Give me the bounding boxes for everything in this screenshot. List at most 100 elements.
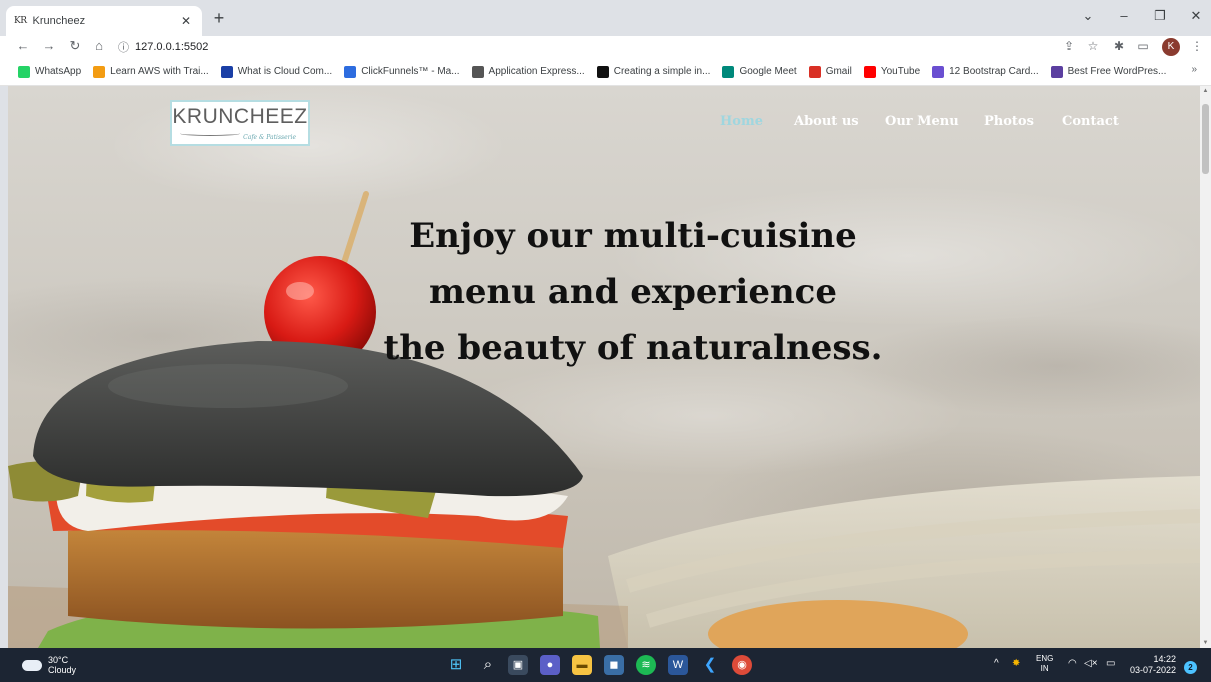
url-text: 127.0.0.1:5502 (135, 41, 209, 53)
bookmark-label: What is Cloud Com... (237, 66, 333, 77)
show-hidden-icons-icon[interactable]: ^ (994, 658, 999, 669)
hero-line-2: menu and experience (428, 272, 838, 312)
close-tab-icon[interactable]: ✕ (178, 14, 194, 28)
bookmark-label: Application Express... (488, 66, 585, 77)
close-window-button[interactable]: ✕ (1183, 8, 1209, 24)
chrome-icon[interactable]: ◉ (732, 655, 752, 675)
bookmark-label: Google Meet (739, 66, 797, 77)
bookmark-item[interactable]: 12 Bootstrap Card... (932, 65, 1039, 78)
reload-icon[interactable]: ↻ (66, 38, 84, 54)
clock-date: 03-07-2022 (1130, 665, 1177, 675)
bookmark-favicon-icon (596, 65, 609, 78)
site-logo[interactable]: KRUNCHEEZ Cafe & Patisserie (170, 100, 310, 146)
bookmark-item[interactable]: Creating a simple in... (596, 65, 711, 78)
hero-heading: Enjoy our multi-cuisine menu and experie… (288, 208, 978, 376)
bookmark-favicon-icon (471, 65, 484, 78)
new-tab-button[interactable]: + (208, 8, 230, 30)
spotify-icon[interactable]: ≋ (636, 655, 656, 675)
bookmark-label: WhatsApp (35, 66, 82, 77)
vscode-icon[interactable]: ❮ (700, 655, 720, 675)
bookmark-label: YouTube (880, 66, 921, 77)
bookmark-favicon-icon (18, 65, 30, 78)
back-arrow-icon[interactable]: ← (14, 38, 32, 53)
bookmark-item[interactable]: ClickFunnels™ - Ma... (344, 65, 460, 78)
forward-arrow-icon[interactable]: → (40, 38, 58, 53)
restore-button[interactable]: ❐ (1147, 8, 1173, 24)
bookmark-label: Best Free WordPres... (1067, 66, 1167, 77)
language-code: ENG (1036, 654, 1054, 663)
bookmark-item[interactable]: Gmail (808, 65, 852, 78)
scroll-down-icon[interactable]: ▼ (1200, 640, 1211, 646)
scrollbar-thumb[interactable] (1202, 104, 1209, 174)
wifi-icon[interactable]: ◠ (1068, 658, 1077, 669)
bookmark-star-icon[interactable]: ☆ (1084, 39, 1102, 53)
bookmark-item[interactable]: What is Cloud Com... (220, 65, 333, 78)
nav-contact[interactable]: Contact (1062, 114, 1119, 129)
bookmark-item[interactable]: Best Free WordPres... (1050, 65, 1167, 78)
site-favicon-icon: KR (14, 16, 27, 26)
bookmark-favicon-icon (344, 65, 357, 78)
language-indicator[interactable]: ENG IN (1036, 654, 1053, 674)
bookmark-favicon-icon (93, 65, 106, 78)
nav-home[interactable]: Home (720, 114, 763, 129)
weather-widget[interactable]: 30°C Cloudy (22, 655, 76, 675)
tray-app-icon[interactable]: ✸ (1012, 658, 1020, 669)
home-icon[interactable]: ⌂ (90, 38, 108, 53)
nav-about-us[interactable]: About us (794, 114, 859, 129)
bookmark-item[interactable]: WhatsApp (18, 65, 82, 78)
tab-search-icon[interactable]: ⌄ (1075, 8, 1101, 24)
bookmark-favicon-icon (932, 65, 945, 78)
bookmark-label: Creating a simple in... (613, 66, 711, 77)
side-panel-icon[interactable]: ▭ (1134, 39, 1152, 53)
word-icon[interactable]: W (668, 655, 688, 675)
nav-photos[interactable]: Photos (984, 114, 1034, 129)
hero-line-1: Enjoy our multi-cuisine (409, 216, 857, 256)
logo-tagline: Cafe & Patisserie (243, 134, 296, 141)
share-icon[interactable]: ⇪ (1060, 39, 1078, 53)
minimize-button[interactable]: – (1111, 8, 1137, 23)
bookmark-item[interactable]: YouTube (863, 65, 921, 78)
tab-title: Kruncheez (32, 15, 86, 27)
bookmark-label: Learn AWS with Trai... (110, 66, 209, 77)
site-info-icon[interactable]: ⓘ (118, 39, 129, 55)
microsoft-store-icon[interactable]: ◼ (604, 655, 624, 675)
profile-avatar[interactable]: K (1162, 38, 1180, 56)
search-icon[interactable]: ⌕ (478, 655, 498, 675)
windows-start-icon[interactable]: ⊞ (446, 655, 466, 675)
address-bar[interactable]: ⓘ 127.0.0.1:5502 (118, 37, 1058, 57)
logo-wordmark: KRUNCHEEZ (172, 105, 308, 128)
task-view-icon[interactable]: ▣ (508, 655, 528, 675)
extensions-puzzle-icon[interactable]: ✱ (1110, 39, 1128, 53)
bookmark-favicon-icon (808, 65, 821, 78)
teams-chat-icon[interactable]: ● (540, 655, 560, 675)
battery-icon[interactable]: ▭ (1106, 658, 1115, 669)
page-viewport: KRUNCHEEZ Cafe & Patisserie Home About u… (8, 86, 1200, 648)
bookmark-label: 12 Bootstrap Card... (949, 66, 1039, 77)
volume-muted-icon[interactable]: ◁× (1084, 658, 1098, 669)
menu-kebab-icon[interactable]: ⋮ (1188, 39, 1206, 53)
bookmark-favicon-icon (1050, 65, 1063, 78)
clock[interactable]: 14:22 03-07-2022 (1130, 654, 1176, 676)
bookmarks-overflow-icon[interactable]: » (1191, 64, 1197, 75)
scroll-up-icon[interactable]: ▲ (1200, 88, 1211, 94)
clock-time: 14:22 (1153, 654, 1177, 664)
language-region: IN (1040, 664, 1049, 673)
bookmark-label: Gmail (825, 66, 852, 77)
logo-swoosh (180, 131, 240, 136)
notification-badge[interactable]: 2 (1184, 661, 1197, 674)
file-explorer-icon[interactable]: ▬ (572, 655, 592, 675)
nav-our-menu[interactable]: Our Menu (885, 114, 959, 129)
bookmark-label: ClickFunnels™ - Ma... (361, 66, 460, 77)
hero-line-3: the beauty of naturalness. (383, 328, 883, 368)
page-scrollbar[interactable]: ▲ ▼ (1200, 86, 1211, 648)
weather-condition: Cloudy (48, 665, 77, 675)
cloud-icon (22, 659, 42, 671)
bookmark-favicon-icon (722, 65, 735, 78)
browser-tab-kruncheez[interactable]: KR Kruncheez ✕ (6, 6, 202, 36)
windows-taskbar: 30°C Cloudy ⊞ ⌕ ▣ ● ▬ ◼ ≋ W ❮ ◉ ^ ✸ ENG … (0, 648, 1211, 682)
bookmark-item[interactable]: Google Meet (722, 65, 797, 78)
bookmark-item[interactable]: Application Express... (471, 65, 585, 78)
weather-temp: 30°C (48, 655, 69, 665)
bookmark-item[interactable]: Learn AWS with Trai... (93, 65, 209, 78)
bookmark-favicon-icon (220, 65, 233, 78)
